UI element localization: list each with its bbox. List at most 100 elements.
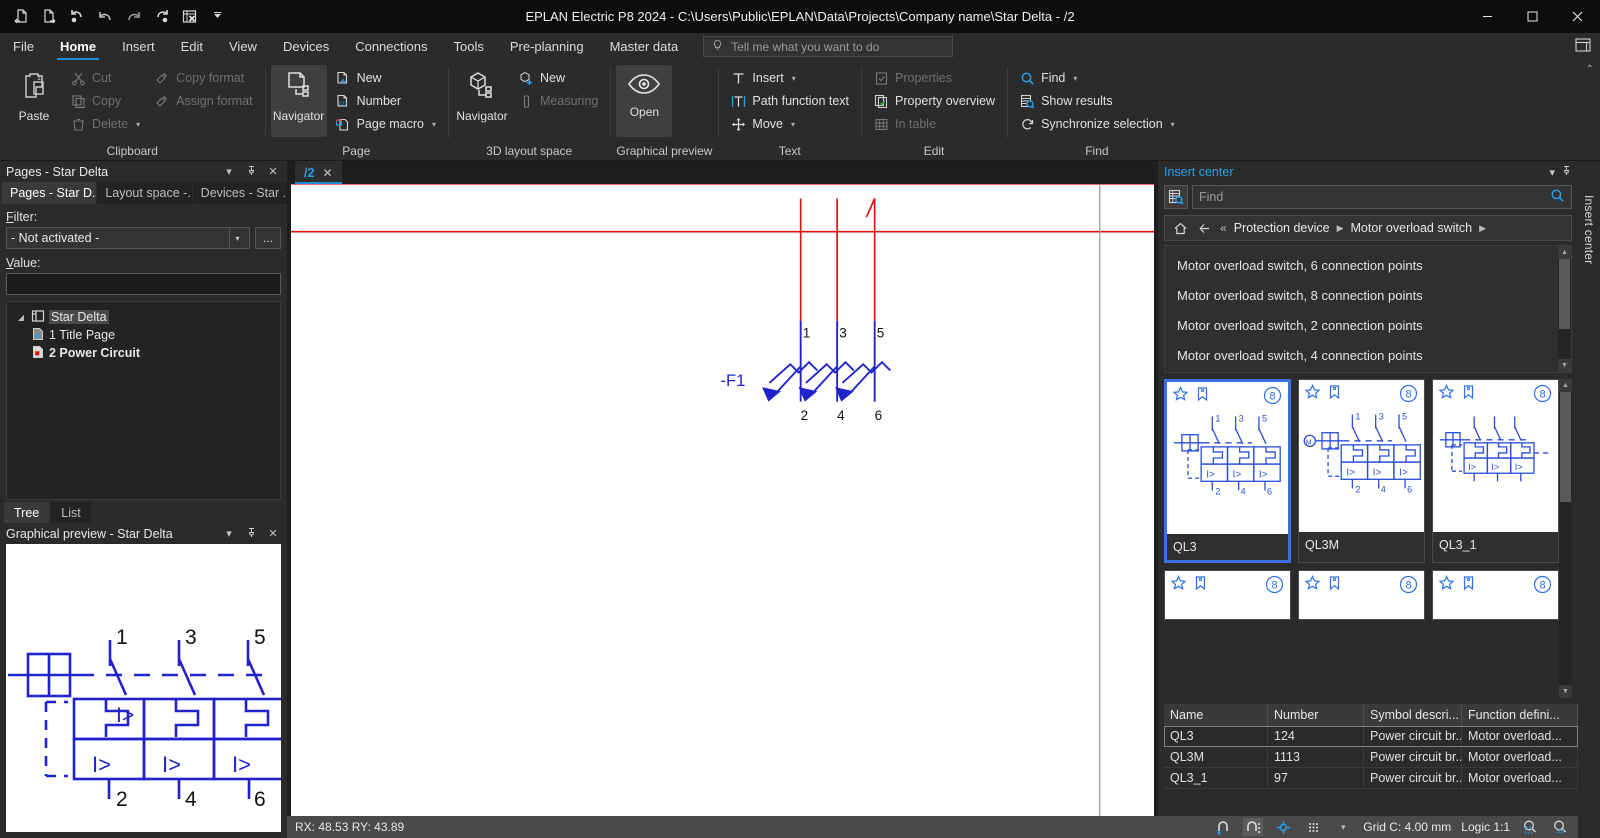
back-arrow-icon[interactable] (1193, 217, 1215, 239)
scroll-thumb[interactable] (1560, 392, 1571, 502)
favorite-star-icon[interactable] (1438, 575, 1455, 595)
insert-center-category-list[interactable]: Motor overload switch, 6 connection poin… (1164, 245, 1572, 373)
find-button[interactable]: Find ▾ (1013, 67, 1181, 89)
zoom-level-icon[interactable]: 100 (1550, 818, 1570, 836)
page-navigator-button[interactable]: Navigator (270, 65, 327, 137)
menu-devices[interactable]: Devices (270, 33, 342, 60)
menu-pre-planning[interactable]: Pre-planning (497, 33, 597, 60)
table-row[interactable]: QL3M 1113 Power circuit br... Motor over… (1164, 747, 1578, 768)
menu-file[interactable]: File (0, 33, 47, 60)
new-3d-button[interactable]: New (512, 67, 604, 89)
redo-icon[interactable] (120, 4, 146, 30)
column-header-number[interactable]: Number (1268, 704, 1364, 726)
menu-insert[interactable]: Insert (109, 33, 168, 60)
collapse-ribbon-icon[interactable]: ⌃ (1586, 64, 1594, 75)
ribbon-display-options-icon[interactable] (1574, 36, 1592, 57)
favorite-star-icon[interactable] (1304, 384, 1321, 404)
synchronize-selection-button[interactable]: Synchronize selection ▾ (1013, 113, 1181, 135)
menu-edit[interactable]: Edit (168, 33, 216, 60)
menu-master-data[interactable]: Master data (597, 33, 692, 60)
menu-home[interactable]: Home (47, 33, 109, 60)
properties-button[interactable]: Properties (867, 67, 1001, 89)
symbol-card-row2-3[interactable]: 8 (1432, 570, 1559, 620)
column-header-symbol-description[interactable]: Symbol descri... (1364, 704, 1462, 726)
browse-parts-button[interactable] (1164, 185, 1188, 209)
path-function-text-button[interactable]: Path function text (724, 90, 855, 112)
menu-connections[interactable]: Connections (342, 33, 440, 60)
column-header-function-definition[interactable]: Function defini... (1462, 704, 1578, 726)
filter-settings-button[interactable]: ... (255, 227, 281, 249)
page-macro-button[interactable]: Page macro ▾ (329, 113, 442, 135)
table-row[interactable]: QL3 124 Power circuit br... Motor overlo… (1164, 726, 1578, 747)
pin-icon[interactable] (243, 527, 259, 541)
show-results-button[interactable]: Show results (1013, 90, 1181, 112)
breadcrumb-item-protection-device[interactable]: Protection device (1232, 221, 1332, 235)
bookmark-icon[interactable] (1193, 575, 1208, 595)
bookmark-icon[interactable] (1461, 384, 1476, 404)
close-icon[interactable]: ✕ (265, 527, 281, 540)
snap-magnet-icon[interactable] (1243, 818, 1264, 836)
insert-center-side-tab[interactable]: Insert center (1582, 195, 1596, 264)
symbol-card-ql3m[interactable]: 8 M I> I> I> 1 3 5 2 4 6 QL3M (1298, 379, 1425, 563)
menu-tools[interactable]: Tools (440, 33, 496, 60)
bookmark-icon[interactable] (1195, 386, 1210, 406)
scroll-down-icon[interactable]: ▼ (1559, 685, 1572, 698)
expand-collapse-icon[interactable]: ◢ (15, 313, 27, 322)
search-icon[interactable] (1550, 188, 1565, 206)
chevron-right-icon[interactable]: ▶ (1476, 223, 1489, 234)
favorite-star-icon[interactable] (1304, 575, 1321, 595)
pin-icon[interactable] (1561, 165, 1572, 179)
panel-menu-icon[interactable]: ▾ (1549, 166, 1555, 179)
in-table-button[interactable]: In table (867, 113, 1001, 135)
undo-dropdown-icon[interactable] (64, 4, 90, 30)
column-header-name[interactable]: Name (1164, 704, 1268, 726)
table-row[interactable]: QL3_1 97 Power circuit br... Motor overl… (1164, 768, 1578, 789)
cancel-action-icon[interactable] (176, 4, 202, 30)
panel-menu-icon[interactable]: ▾ (221, 165, 237, 178)
favorite-star-icon[interactable] (1172, 386, 1189, 406)
bookmark-icon[interactable] (1327, 384, 1342, 404)
close-icon[interactable]: ✕ (265, 165, 281, 178)
paste-button[interactable]: 1 Paste (6, 65, 62, 137)
measuring-button[interactable]: Measuring (512, 90, 604, 112)
tree-node-title-page[interactable]: 1 Title Page (11, 326, 276, 344)
scroll-down-icon[interactable]: ▼ (1558, 359, 1571, 372)
property-overview-button[interactable]: Property overview (867, 90, 1001, 112)
new-page-button[interactable]: New (329, 67, 442, 89)
open-page-forward-icon[interactable] (36, 4, 62, 30)
list-item[interactable]: Motor overload switch, 8 connection poin… (1165, 280, 1558, 310)
cards-scrollbar[interactable]: ▲ ▼ (1559, 379, 1572, 698)
close-button[interactable] (1555, 0, 1600, 33)
bookmark-icon[interactable] (1461, 575, 1476, 595)
maximize-button[interactable] (1510, 0, 1555, 33)
tab-tree[interactable]: Tree (4, 502, 50, 523)
customize-quick-access-icon[interactable] (204, 4, 230, 30)
symbol-card-ql3-1[interactable]: 8 I> I> I> QL3_1 (1432, 379, 1559, 563)
scroll-up-icon[interactable]: ▲ (1558, 246, 1571, 259)
panel-menu-icon[interactable]: ▾ (221, 527, 237, 540)
chevron-down-icon[interactable]: ▾ (229, 228, 245, 248)
symbol-card-row2-1[interactable]: 8 (1164, 570, 1291, 620)
grid-display-icon[interactable] (1303, 818, 1323, 836)
symbol-card-row2-2[interactable]: 8 (1298, 570, 1425, 620)
tab-devices[interactable]: Devices - Star ... (192, 182, 287, 204)
tab-list[interactable]: List (51, 502, 91, 523)
tree-node-star-delta[interactable]: ◢ Star Delta (11, 308, 276, 326)
move-button[interactable]: Move ▾ (724, 113, 855, 135)
tell-me-search-input[interactable]: Tell me what you want to do (703, 36, 954, 57)
document-tab-page-2[interactable]: /2 ✕ (295, 161, 342, 184)
assign-format-button[interactable]: Assign format (148, 90, 258, 112)
home-icon[interactable] (1169, 217, 1191, 239)
delete-button[interactable]: Delete ▾ (64, 113, 146, 135)
grid-dropdown-icon[interactable]: ▾ (1333, 818, 1353, 836)
copy-button[interactable]: Copy (64, 90, 146, 112)
pages-tree[interactable]: ◢ Star Delta 1 Title Page 2 Power Circui… (6, 301, 281, 500)
symbol-card-ql3[interactable]: 8 I> I> I> 1 3 5 2 4 6 QL3 (1164, 379, 1291, 563)
list-item[interactable]: Motor overload switch, 6 connection poin… (1165, 250, 1558, 280)
open-page-back-icon[interactable] (8, 4, 34, 30)
object-snap-icon[interactable] (1273, 818, 1293, 836)
cut-button[interactable]: Cut (64, 67, 146, 89)
close-icon[interactable]: ✕ (322, 166, 332, 180)
copy-format-button[interactable]: Copy format (148, 67, 258, 89)
scroll-up-icon[interactable]: ▲ (1559, 379, 1572, 392)
